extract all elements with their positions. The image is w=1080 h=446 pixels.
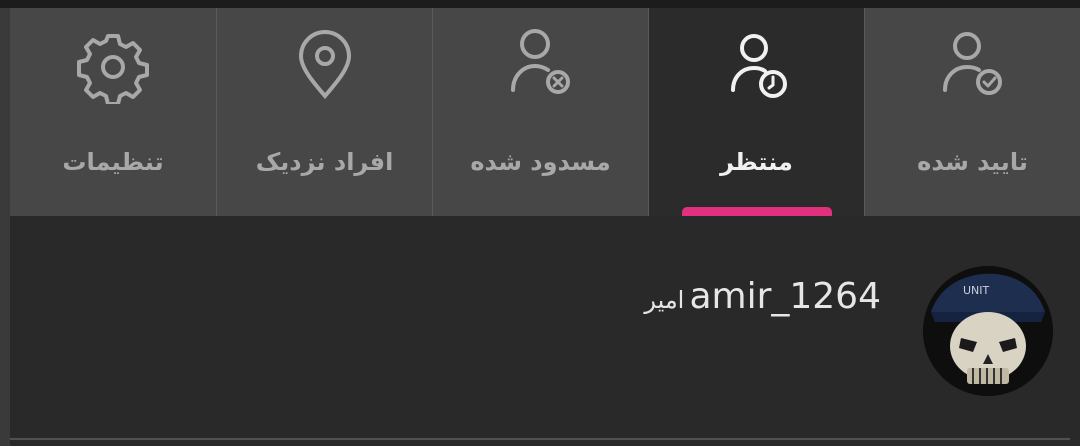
left-edge (0, 8, 10, 446)
tab-bar: تنظیمات افراد نزدیک مسدود شده منتظر تایی… (10, 8, 1080, 216)
user-blocked-icon (510, 29, 570, 94)
display-name: امیر (644, 286, 685, 314)
user-pending-icon (730, 34, 787, 98)
tab-settings[interactable]: تنظیمات (10, 8, 217, 216)
tab-approved-label: تایید شده (917, 148, 1028, 176)
tab-blocked[interactable]: مسدود شده (433, 8, 649, 216)
tab-pending[interactable]: منتظر (649, 8, 865, 216)
tab-settings-label: تنظیمات (62, 148, 164, 176)
tab-approved[interactable]: تایید شده (865, 8, 1080, 216)
top-status-strip (0, 0, 1080, 8)
tab-nearby-label: افراد نزدیک (255, 148, 394, 176)
user-approved-icon (942, 32, 1002, 95)
list-item[interactable]: UNIT amir_1264 امیر (10, 216, 1080, 440)
skull-avatar-image: UNIT (923, 266, 1053, 396)
gear-icon (77, 34, 149, 104)
user-name: amir_1264 امیر (644, 276, 887, 317)
tab-pending-label: منتظر (720, 148, 793, 176)
tab-blocked-label: مسدود شده (470, 148, 611, 176)
active-tab-indicator (682, 207, 832, 216)
divider (10, 438, 1070, 440)
username: amir_1264 (689, 276, 881, 317)
avatar[interactable]: UNIT (923, 266, 1053, 396)
svg-text:UNIT: UNIT (963, 284, 990, 297)
location-pin-icon (298, 30, 351, 100)
tab-nearby[interactable]: افراد نزدیک (217, 8, 433, 216)
